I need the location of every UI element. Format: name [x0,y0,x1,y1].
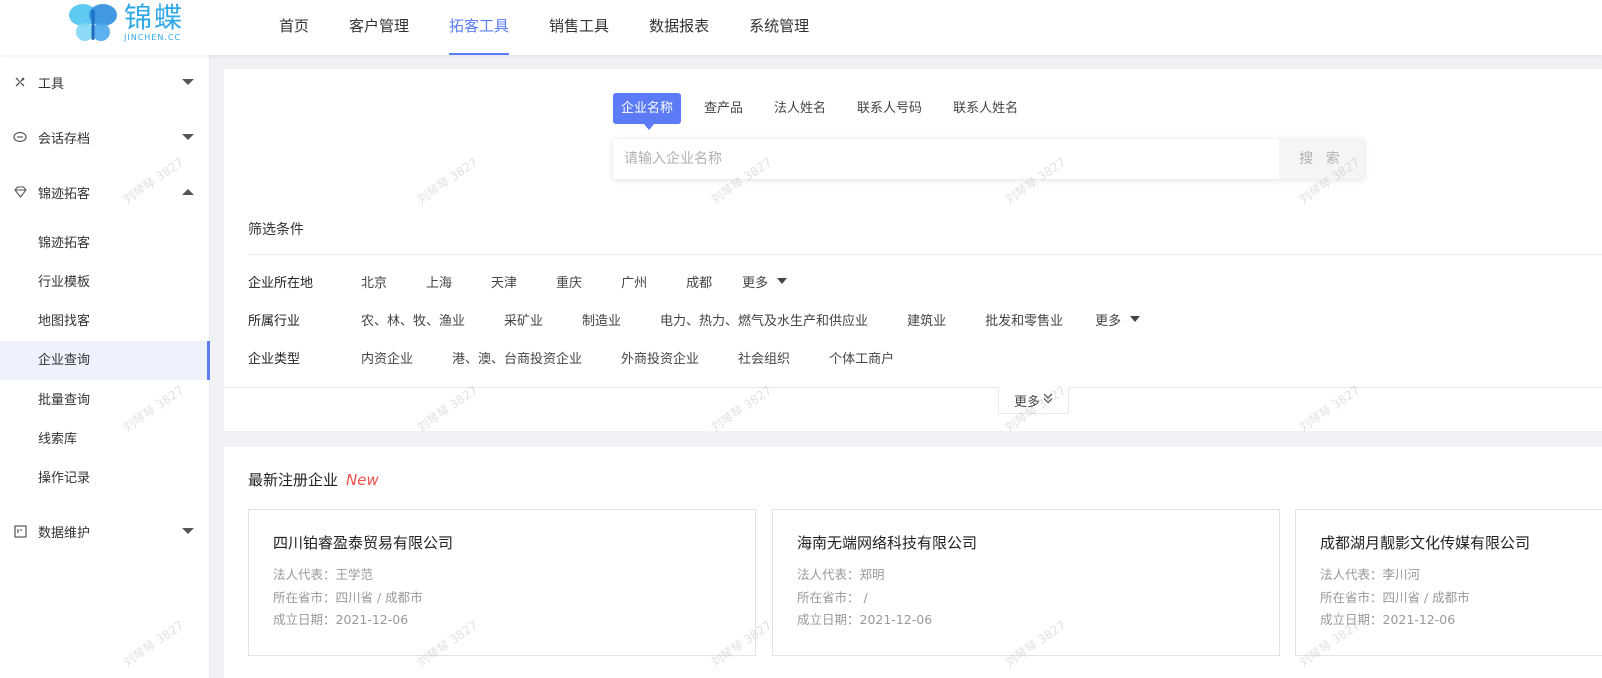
nav-customer-management[interactable]: 客户管理 [329,0,429,55]
filter-option[interactable]: 天津 [491,272,517,291]
sidebar-item-batch-query[interactable]: 批量查询 [0,381,210,420]
company-name: 四川铂睿盈泰贸易有限公司 [273,534,454,552]
sidebar-group-label: 数据维护 [38,525,91,541]
filter-more-button[interactable]: 更多 [1095,310,1141,329]
tab-company-name[interactable]: 企业名称 [613,93,682,130]
sidebar-group-label: 工具 [38,76,65,92]
filter-option[interactable]: 社会组织 [738,348,790,367]
company-location: 所在省市：四川省 / 成都市 [1320,589,1470,605]
filter-option[interactable]: 港、澳、台商投资企业 [452,348,582,367]
legal-representative: 法人代表：郑明 [797,567,885,582]
establish-date: 成立日期：2021-12-06 [797,612,933,627]
tab-contact-phone[interactable]: 联系人号码 [849,93,930,124]
filter-option[interactable]: 采矿业 [504,310,543,329]
search-button[interactable]: 搜 索 [1279,139,1364,179]
sidebar-group-label: 锦迹拓客 [38,186,91,202]
company-name: 海南无端网络科技有限公司 [797,534,978,552]
filter-row-company-type: 企业类型 内资企业 港、澳、台商投资企业 外商投资企业 社会组织 个体工商户 [248,347,933,367]
newest-companies-panel: 最新注册企业 New 四川铂睿盈泰贸易有限公司 法人代表：王学范 所在省市：四川… [224,447,1602,678]
filter-row-label: 所属行业 [248,313,301,329]
filter-option[interactable]: 广州 [621,272,647,291]
filter-option[interactable]: 电力、热力、燃气及水生产和供应业 [660,310,868,329]
logo-subtext: JINCHEN.CC [124,33,182,42]
filter-option[interactable]: 内资企业 [361,348,413,367]
sidebar-group-data-maintenance[interactable]: 数据维护 [0,511,210,551]
filter-option[interactable]: 上海 [426,272,452,291]
establish-date: 成立日期：2021-12-06 [1320,612,1456,627]
filter-title: 筛选条件 [248,222,304,238]
company-name: 成都湖月靓影文化传媒有限公司 [1320,534,1531,552]
company-location: 所在省市： / [797,589,868,605]
sidebar-item-map-prospecting[interactable]: 地图找客 [0,302,210,341]
diamond-icon [13,185,27,199]
filter-option[interactable]: 建筑业 [907,310,946,329]
sidebar: 工具 会话存档 锦迹拓客 锦迹拓客 行业模板 地图找客 企业查询 批量查询 线索… [0,55,210,678]
sidebar-group-tools[interactable]: 工具 [0,62,210,102]
search-bar: 搜 索 [613,139,1364,179]
search-input[interactable] [613,139,1279,179]
filter-more-label: 更多 [1095,313,1122,329]
filter-option[interactable]: 批发和零售业 [985,310,1063,329]
filter-more-button[interactable]: 更多 [742,272,788,291]
filter-option[interactable]: 成都 [686,272,712,291]
establish-date: 成立日期：2021-12-06 [273,612,409,627]
filter-option[interactable]: 重庆 [556,272,582,291]
filter-row-location: 企业所在地 北京 上海 天津 重庆 广州 成都 更多 [248,271,788,291]
divider [224,387,1602,388]
nav-system-management[interactable]: 系统管理 [729,0,829,55]
sidebar-item-lead-library[interactable]: 线索库 [0,420,210,459]
sidebar-group-jinji-prospecting[interactable]: 锦迹拓客 [0,172,210,212]
search-panel: 企业名称 查产品 法人姓名 联系人号码 联系人姓名 搜 索 筛选条件 企业所在地… [224,69,1602,431]
chevron-down-icon [182,134,194,140]
filter-option[interactable]: 北京 [361,272,387,291]
tab-legal-person[interactable]: 法人姓名 [766,93,834,124]
filter-row-label: 企业所在地 [248,275,314,291]
tab-product[interactable]: 查产品 [696,93,751,124]
data-maintenance-icon [13,524,27,538]
chevron-down-icon [182,528,194,534]
sidebar-item-operation-log[interactable]: 操作记录 [0,459,210,498]
legal-representative: 法人代表：李川河 [1320,567,1421,582]
nav-home[interactable]: 首页 [259,0,329,55]
filter-row-label: 企业类型 [248,351,301,367]
filter-option[interactable]: 个体工商户 [829,348,894,367]
top-header: 锦蝶 JINCHEN.CC 首页 客户管理 拓客工具 销售工具 数据报表 系统管… [0,0,1602,55]
sidebar-group-label: 会话存档 [38,131,91,147]
logo-text: 锦蝶 [124,1,185,34]
expand-filters-button[interactable]: 更多 [998,387,1069,414]
legal-representative: 法人代表：王学范 [273,567,374,582]
chevron-down-icon [182,79,194,85]
company-card[interactable]: 海南无端网络科技有限公司 法人代表：郑明 所在省市： / 成立日期：2021-1… [772,509,1280,656]
sidebar-group-chat-archive[interactable]: 会话存档 [0,117,210,157]
caret-down-icon [1130,316,1141,322]
search-tabs: 企业名称 查产品 法人姓名 联系人号码 联系人姓名 [613,93,1041,130]
chevron-up-icon [182,189,194,195]
sidebar-item-industry-template[interactable]: 行业模板 [0,263,210,302]
divider [248,254,1602,255]
tab-contact-name[interactable]: 联系人姓名 [945,93,1026,124]
section-title: 最新注册企业 [248,471,339,489]
filter-option[interactable]: 制造业 [582,310,621,329]
filter-option[interactable]: 外商投资企业 [621,348,699,367]
caret-down-icon [777,278,788,284]
double-chevron-down-icon [1043,393,1053,407]
chat-archive-icon [13,130,27,144]
company-location: 所在省市：四川省 / 成都市 [273,589,423,605]
filter-option[interactable]: 农、林、牧、渔业 [361,310,465,329]
company-card[interactable]: 四川铂睿盈泰贸易有限公司 法人代表：王学范 所在省市：四川省 / 成都市 成立日… [248,509,756,656]
butterfly-logo-icon [66,2,120,44]
expand-label: 更多 [1013,394,1040,410]
tools-icon [13,75,27,89]
nav-data-reports[interactable]: 数据报表 [629,0,729,55]
new-badge: New [346,470,379,489]
nav-prospecting-tools[interactable]: 拓客工具 [429,0,529,55]
company-card[interactable]: 成都湖月靓影文化传媒有限公司 法人代表：李川河 所在省市：四川省 / 成都市 成… [1295,509,1602,656]
filter-row-industry: 所属行业 农、林、牧、渔业 采矿业 制造业 电力、热力、燃气及水生产和供应业 建… [248,309,1141,329]
logo[interactable]: 锦蝶 JINCHEN.CC [66,2,184,44]
sidebar-item-jinji-prospecting[interactable]: 锦迹拓客 [0,224,210,263]
top-nav: 首页 客户管理 拓客工具 销售工具 数据报表 系统管理 [259,0,829,55]
sidebar-item-company-query[interactable]: 企业查询 [0,341,210,380]
nav-sales-tools[interactable]: 销售工具 [529,0,629,55]
filter-more-label: 更多 [742,275,769,291]
